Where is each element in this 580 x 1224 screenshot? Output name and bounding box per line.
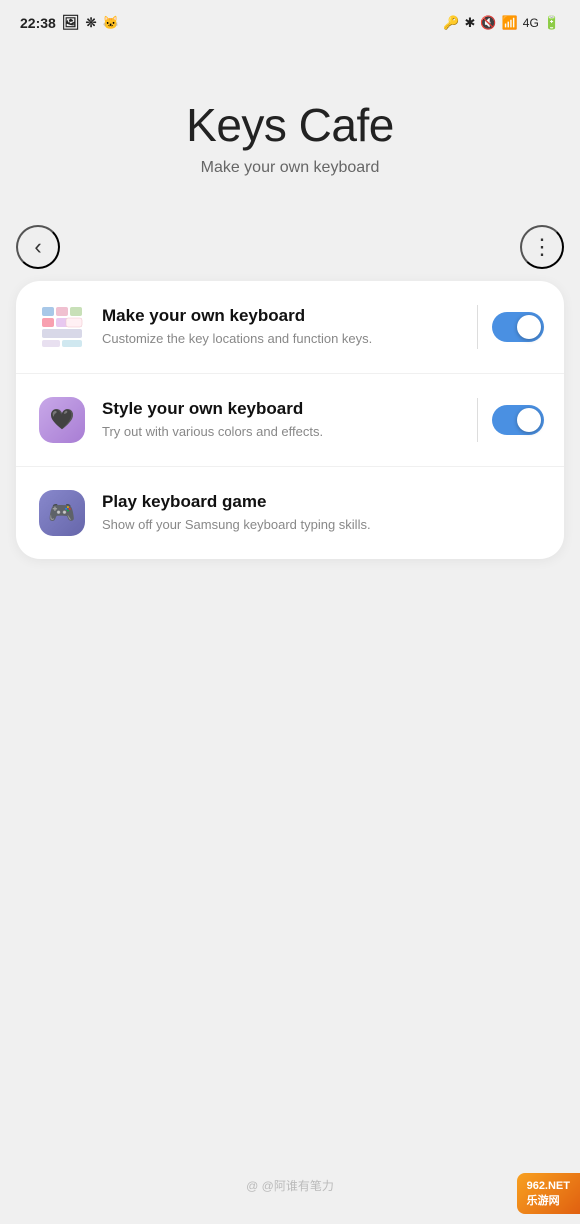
style-keyboard-item[interactable]: 🖤 Style your own keyboard Try out with v… [16, 373, 564, 466]
toggle-divider-1 [477, 305, 478, 349]
style-keyboard-title: Style your own keyboard [102, 398, 463, 420]
toggle-knob-2 [517, 408, 541, 432]
heart-icon: 🖤 [50, 407, 75, 432]
badge-line2: 乐游网 [527, 1194, 570, 1208]
game-icon: 🎮 [39, 490, 85, 536]
mute-icon: 🔇 [480, 15, 496, 31]
make-keyboard-text: Make your own keyboard Customize the key… [88, 305, 477, 348]
watermark: @ @阿谁有笔力 [246, 1177, 334, 1194]
more-icon: ⋮ [531, 234, 553, 260]
app-title: Keys Cafe [186, 100, 394, 151]
play-game-item[interactable]: 🎮 Play keyboard game Show off your Samsu… [16, 466, 564, 559]
menu-card: ♥ Make your own keyboard Customize the k… [16, 281, 564, 559]
make-keyboard-toggle[interactable] [492, 312, 544, 342]
style-icon: 🖤 [39, 397, 85, 443]
style-icon-wrap: 🖤 [36, 394, 88, 446]
make-keyboard-item[interactable]: ♥ Make your own keyboard Customize the k… [16, 281, 564, 373]
status-right: 🔑 ✱ 🔇 📶 4G 🔋 [443, 15, 560, 31]
watermark-text: @ @阿谁有笔力 [246, 1179, 334, 1193]
wechat-icon: 🐱 [103, 15, 119, 31]
network-label: 4G [523, 16, 539, 30]
wifi-icon: 📶 [502, 15, 518, 31]
badge-line1: 962.NET [527, 1179, 570, 1193]
back-button[interactable]: ‹ [16, 225, 60, 269]
style-keyboard-text: Style your own keyboard Try out with var… [88, 398, 477, 441]
make-keyboard-title: Make your own keyboard [102, 305, 463, 327]
toggle-divider-2 [477, 398, 478, 442]
corner-badge: 962.NET 乐游网 [517, 1173, 580, 1214]
game-icon-wrap: 🎮 [36, 487, 88, 539]
play-game-title: Play keyboard game [102, 491, 530, 513]
style-keyboard-desc: Try out with various colors and effects. [102, 423, 463, 441]
battery-icon: 🔋 [544, 15, 560, 31]
keyboard-icon-wrap: ♥ [36, 301, 88, 353]
app-subtitle: Make your own keyboard [201, 159, 380, 177]
back-icon: ‹ [34, 234, 41, 260]
style-keyboard-toggle-wrap [477, 398, 544, 442]
controller-icon: 🎮 [48, 500, 75, 526]
status-bar: 22:38 🖼 ❊ 🐱 🔑 ✱ 🔇 📶 4G 🔋 [0, 0, 580, 40]
play-game-desc: Show off your Samsung keyboard typing sk… [102, 516, 530, 534]
bluetooth-icon: ✱ [465, 15, 476, 31]
status-left: 22:38 🖼 ❊ 🐱 [20, 14, 119, 31]
nav-row: ‹ ⋮ [0, 217, 580, 281]
keyboard-icon: ♥ [39, 304, 85, 350]
app-header: Keys Cafe Make your own keyboard [0, 40, 580, 217]
key-icon: 🔑 [443, 15, 459, 31]
make-keyboard-toggle-wrap [477, 305, 544, 349]
play-game-text: Play keyboard game Show off your Samsung… [88, 491, 544, 534]
make-keyboard-desc: Customize the key locations and function… [102, 330, 463, 348]
more-button[interactable]: ⋮ [520, 225, 564, 269]
style-keyboard-toggle[interactable] [492, 405, 544, 435]
gallery-icon: 🖼 [62, 14, 80, 31]
status-time: 22:38 [20, 15, 56, 31]
snowflake-icon: ❊ [86, 15, 97, 31]
toggle-knob-1 [517, 315, 541, 339]
